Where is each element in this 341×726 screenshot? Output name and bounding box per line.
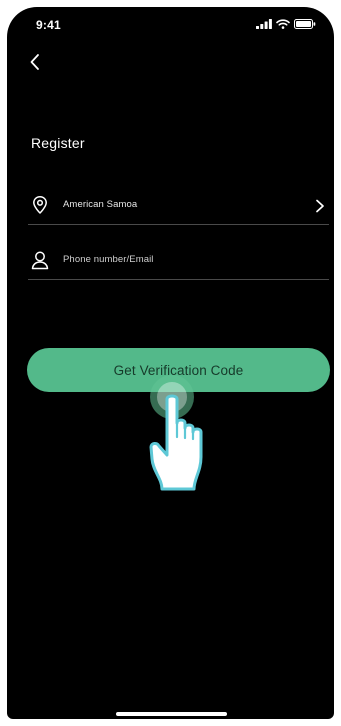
phone-screen: 9:41 Register American Samoa Phone numbe… xyxy=(7,7,334,719)
contact-field xyxy=(28,244,329,280)
region-divider xyxy=(28,224,329,225)
get-verification-code-button[interactable]: Get Verification Code xyxy=(27,348,330,392)
region-value: American Samoa xyxy=(63,199,138,210)
signal-bars-icon xyxy=(256,19,272,29)
region-selector[interactable]: American Samoa xyxy=(28,189,329,225)
wifi-icon xyxy=(276,19,290,29)
contact-divider xyxy=(28,279,329,280)
page-title: Register xyxy=(31,135,85,151)
chevron-left-icon xyxy=(30,54,39,70)
home-indicator xyxy=(116,712,227,716)
chevron-right-icon xyxy=(316,199,324,213)
phone-email-input[interactable] xyxy=(63,254,293,265)
status-bar: 9:41 xyxy=(7,7,334,43)
status-time: 9:41 xyxy=(36,18,61,32)
user-icon xyxy=(31,251,49,270)
status-icons xyxy=(256,19,316,29)
battery-icon xyxy=(294,19,316,29)
location-pin-icon xyxy=(33,196,47,214)
back-button[interactable] xyxy=(25,51,47,73)
